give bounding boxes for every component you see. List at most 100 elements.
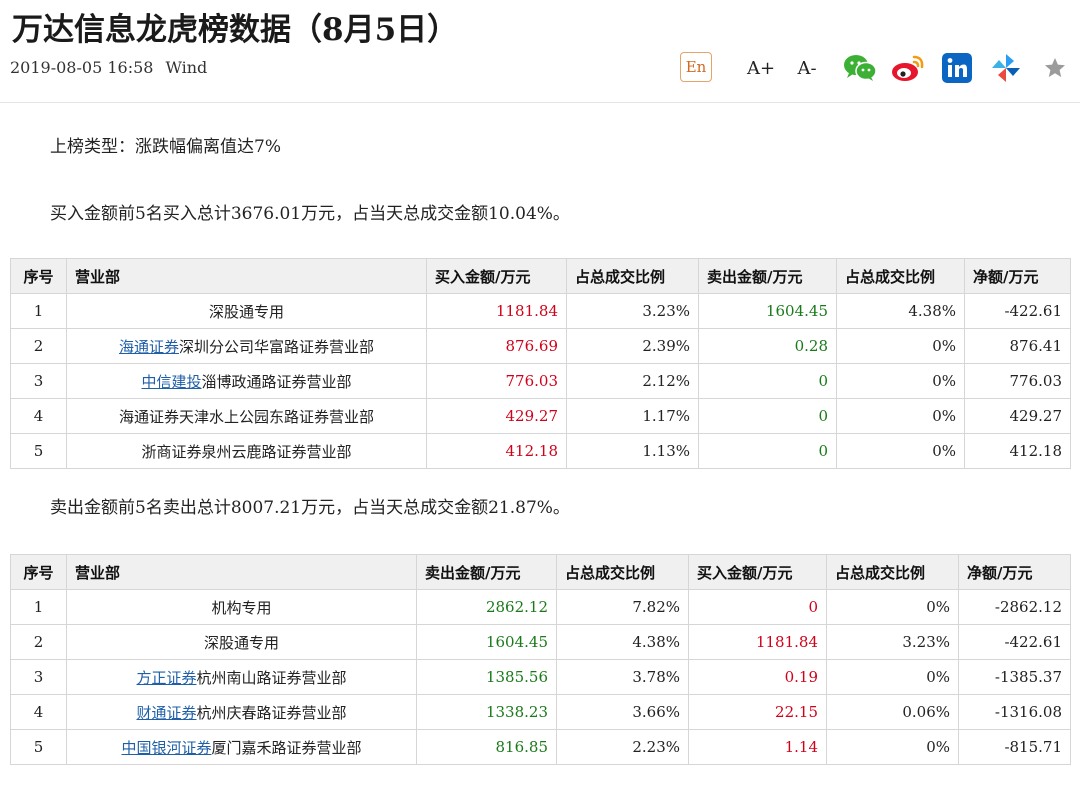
column-header: 序号 <box>10 554 67 590</box>
sell-cell: 816.85 <box>416 729 557 765</box>
broker-link[interactable]: 方正证券 <box>136 669 196 687</box>
buy-cell: 776.03 <box>426 363 567 399</box>
column-header: 卖出金额/万元 <box>698 258 837 294</box>
branch-name: 机构专用 <box>211 598 272 617</box>
branch-name: 杭州庆春路证券营业部 <box>196 703 347 722</box>
sell-pct-cell: 3.78% <box>556 659 689 695</box>
sell-cell: 1385.56 <box>416 659 557 695</box>
table-row: 2 深股通专用 1604.45 4.38% 1181.84 3.23% -422.61 <box>10 624 1071 660</box>
branch-name-cell: 中信建投淄博政通路证券营业部 <box>66 363 427 399</box>
broker-link[interactable]: 中信建投 <box>141 373 201 391</box>
column-header: 营业部 <box>66 554 417 590</box>
buy-pct-cell: 2.12% <box>566 363 699 399</box>
column-header: 卖出金额/万元 <box>416 554 557 590</box>
buy-cell: 0 <box>688 589 827 625</box>
buy-pct-cell: 3.23% <box>566 293 699 329</box>
sell-cell: 0 <box>698 363 837 399</box>
broker-link[interactable]: 海通证券 <box>119 338 179 356</box>
net-cell: 876.41 <box>964 328 1071 364</box>
branch-name-cell: 财通证券杭州庆春路证券营业部 <box>66 694 417 730</box>
buy-pct-cell: 0% <box>826 659 959 695</box>
branch-name-cell: 机构专用 <box>66 589 417 625</box>
sell-pct-cell: 0% <box>836 328 965 364</box>
buy-pct-cell: 2.39% <box>566 328 699 364</box>
branch-name-cell: 浙商证券泉州云鹿路证券营业部 <box>66 433 427 469</box>
buy-pct-cell: 0% <box>826 589 959 625</box>
sell-cell: 0 <box>698 433 837 469</box>
weibo-icon[interactable] <box>890 52 926 84</box>
table-row: 3 中信建投淄博政通路证券营业部 776.03 2.12% 0 0% 776.03 <box>10 363 1071 399</box>
net-cell: -422.61 <box>964 293 1071 329</box>
sell-summary-text: 卖出金额前5名卖出总计8007.21万元，占当天总成交金额21.87%。 <box>50 498 570 518</box>
column-header: 占总成交比例 <box>566 258 699 294</box>
buy-summary-text: 买入金额前5名买入总计3676.01万元，占当天总成交金额10.04%。 <box>50 204 570 224</box>
column-header: 买入金额/万元 <box>426 258 567 294</box>
branch-name: 杭州南山路证券营业部 <box>196 668 347 687</box>
buy-cell: 1181.84 <box>688 624 827 660</box>
row-index: 1 <box>10 589 67 625</box>
table-row: 3 方正证券杭州南山路证券营业部 1385.56 3.78% 0.19 0% -1385.3… <box>10 659 1071 695</box>
row-index: 4 <box>10 398 67 434</box>
table-row: 5 浙商证券泉州云鹿路证券营业部 412.18 1.13% 0 0% 412.18 <box>10 433 1071 469</box>
branch-name: 厦门嘉禾路证券营业部 <box>211 738 362 757</box>
sell-pct-cell: 7.82% <box>556 589 689 625</box>
table-row: 2 海通证券深圳分公司华富路证券营业部 876.69 2.39% 0.28 0% 876.4… <box>10 328 1071 364</box>
sell-cell: 2862.12 <box>416 589 557 625</box>
sell-pct-cell: 4.38% <box>556 624 689 660</box>
buy-cell: 1181.84 <box>426 293 567 329</box>
buy-pct-cell: 0% <box>826 729 959 765</box>
row-index: 2 <box>10 624 67 660</box>
buy-cell: 412.18 <box>426 433 567 469</box>
net-cell: -1385.37 <box>958 659 1071 695</box>
branch-name-cell: 海通证券天津水上公园东路证券营业部 <box>66 398 427 434</box>
sell-cell: 0 <box>698 398 837 434</box>
table-row: 4 财通证券杭州庆春路证券营业部 1338.23 3.66% 22.15 0.06% -13… <box>10 694 1071 730</box>
sell-pct-cell: 0% <box>836 398 965 434</box>
pinwheel-icon[interactable] <box>990 52 1022 84</box>
branch-name: 深股通专用 <box>203 633 279 652</box>
buy-pct-cell: 0.06% <box>826 694 959 730</box>
table-header-row: 序号 营业部 卖出金额/万元 占总成交比例 买入金额/万元 占总成交比例 净额/万元 <box>10 554 1071 590</box>
sell-cell: 1338.23 <box>416 694 557 730</box>
row-index: 5 <box>10 433 67 469</box>
net-cell: 412.18 <box>964 433 1071 469</box>
branch-name: 浙商证券泉州云鹿路证券营业部 <box>141 442 352 461</box>
buy-pct-cell: 1.17% <box>566 398 699 434</box>
linkedin-icon[interactable] <box>942 52 972 84</box>
table-row: 1 深股通专用 1181.84 3.23% 1604.45 4.38% -422.61 <box>10 293 1071 329</box>
table-header-row: 序号 营业部 买入金额/万元 占总成交比例 卖出金额/万元 占总成交比例 净额/万元 <box>10 258 1071 294</box>
wechat-icon[interactable] <box>843 52 877 84</box>
broker-link[interactable]: 财通证券 <box>136 704 196 722</box>
star-icon[interactable] <box>1042 52 1068 84</box>
font-increase-button[interactable]: A+ <box>746 52 776 84</box>
row-index: 3 <box>10 363 67 399</box>
sell-cell: 0.28 <box>698 328 837 364</box>
row-index: 3 <box>10 659 67 695</box>
branch-name-cell: 方正证券杭州南山路证券营业部 <box>66 659 417 695</box>
net-cell: -422.61 <box>958 624 1071 660</box>
sell-pct-cell: 0% <box>836 363 965 399</box>
row-index: 5 <box>10 729 67 765</box>
buy-top5-table: 序号 营业部 买入金额/万元 占总成交比例 卖出金额/万元 占总成交比例 净额/万元 1 深股… <box>10 258 1071 469</box>
net-cell: -815.71 <box>958 729 1071 765</box>
buy-cell: 1.14 <box>688 729 827 765</box>
font-decrease-button[interactable]: A- <box>794 52 820 84</box>
column-header: 序号 <box>10 258 67 294</box>
column-header: 占总成交比例 <box>836 258 965 294</box>
sell-cell: 1604.45 <box>416 624 557 660</box>
sell-pct-cell: 4.38% <box>836 293 965 329</box>
net-cell: 429.27 <box>964 398 1071 434</box>
buy-cell: 0.19 <box>688 659 827 695</box>
sell-pct-cell: 3.66% <box>556 694 689 730</box>
header-divider <box>0 102 1080 103</box>
branch-name-cell: 中国银河证券厦门嘉禾路证券营业部 <box>66 729 417 765</box>
english-toggle-button[interactable]: En <box>680 52 712 82</box>
row-index: 1 <box>10 293 67 329</box>
row-index: 4 <box>10 694 67 730</box>
branch-name-cell: 深股通专用 <box>66 624 417 660</box>
list-type-text: 上榜类型：涨跌幅偏离值达7% <box>50 137 281 157</box>
branch-name: 淄博政通路证券营业部 <box>201 372 352 391</box>
broker-link[interactable]: 中国银河证券 <box>121 739 211 757</box>
sell-pct-cell: 2.23% <box>556 729 689 765</box>
buy-pct-cell: 1.13% <box>566 433 699 469</box>
